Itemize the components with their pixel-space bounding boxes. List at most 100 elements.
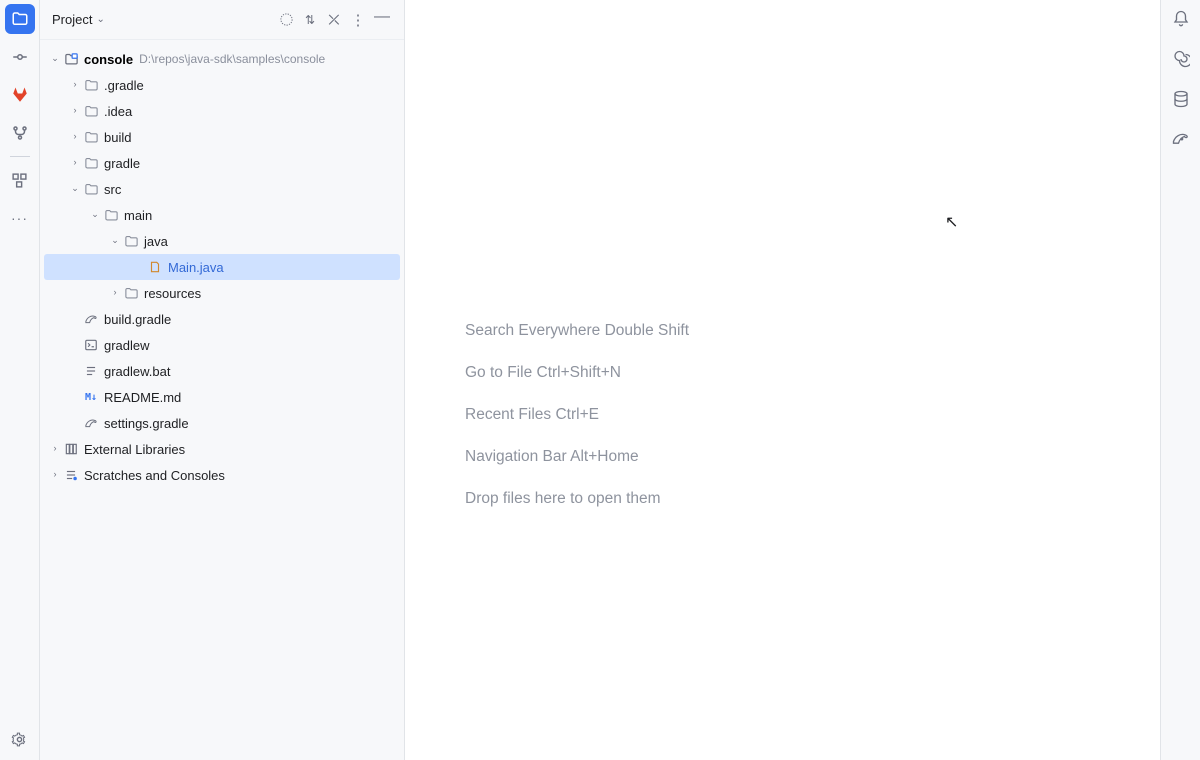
markdown-file-icon: M↓ <box>82 388 100 406</box>
tree-node[interactable]: gradlew.bat <box>40 358 404 384</box>
tree-arrow-icon[interactable] <box>88 209 102 220</box>
project-header: Project ⌄ ⇅ ⤫ ⋮ — <box>40 0 404 40</box>
tree-node[interactable]: gradlew <box>40 332 404 358</box>
spiral-icon <box>1172 50 1190 68</box>
structure-icon <box>11 172 28 189</box>
options-button[interactable]: ⋮ <box>346 8 370 32</box>
tip-shortcut: Alt+Home <box>570 448 639 465</box>
target-icon <box>279 12 294 27</box>
tool-ai-button[interactable] <box>1168 46 1194 72</box>
tool-commit-button[interactable] <box>5 42 35 72</box>
tool-project-button[interactable] <box>5 4 35 34</box>
folder-icon <box>82 76 100 94</box>
project-view-selector[interactable]: Project ⌄ <box>52 12 105 27</box>
editor-empty-state[interactable]: ↖ Search Everywhere Double ShiftGo to Fi… <box>405 0 1160 760</box>
tree-node-hint: D:\repos\java-sdk\samples\console <box>139 52 325 66</box>
tree-node[interactable]: console D:\repos\java-sdk\samples\console <box>40 46 404 72</box>
tree-node[interactable]: .idea <box>40 98 404 124</box>
tree-arrow-icon[interactable] <box>108 235 122 246</box>
tool-notifications-button[interactable] <box>1168 6 1194 32</box>
tree-arrow-icon[interactable] <box>48 53 62 64</box>
tip-label: Recent Files <box>465 406 551 423</box>
chevron-down-icon: ⌄ <box>96 14 104 25</box>
text-file-icon <box>82 362 100 380</box>
folder-icon <box>82 128 100 146</box>
tree-node[interactable]: External Libraries <box>40 436 404 462</box>
cursor-icon: ↖ <box>945 212 958 232</box>
tool-more-button[interactable]: ··· <box>5 203 35 233</box>
tip-shortcut: Ctrl+E <box>555 406 599 423</box>
tree-arrow-icon[interactable] <box>108 287 122 297</box>
right-toolwindow-strip <box>1160 0 1200 760</box>
minimize-icon: — <box>374 8 390 26</box>
editor-tip[interactable]: Navigation Bar Alt+Home <box>465 436 689 478</box>
tree-node-label: README.md <box>104 390 181 405</box>
tool-structure-button[interactable] <box>5 165 35 195</box>
collapse-all-button[interactable]: ⤫ <box>322 8 346 32</box>
select-opened-file-button[interactable] <box>274 8 298 32</box>
folder-icon <box>11 10 29 28</box>
tree-node[interactable]: src <box>40 176 404 202</box>
project-tree[interactable]: console D:\repos\java-sdk\samples\console… <box>40 40 404 494</box>
tool-gradle-button[interactable] <box>1168 126 1194 152</box>
tree-node-label: console <box>84 52 133 67</box>
tree-node-label: java <box>144 234 168 249</box>
tree-node[interactable]: gradle <box>40 150 404 176</box>
tree-arrow-icon[interactable] <box>48 443 62 453</box>
tree-arrow-icon[interactable] <box>48 469 62 479</box>
tip-shortcut: Ctrl+Shift+N <box>537 364 621 381</box>
commit-icon <box>11 48 29 66</box>
tree-arrow-icon[interactable] <box>68 183 82 194</box>
tool-database-button[interactable] <box>1168 86 1194 112</box>
tree-node-label: build.gradle <box>104 312 171 327</box>
gear-icon <box>11 731 28 748</box>
tree-node[interactable]: main <box>40 202 404 228</box>
project-tool-window: Project ⌄ ⇅ ⤫ ⋮ — console D:\repos\java-s… <box>40 0 405 760</box>
tree-node-label: .gradle <box>104 78 144 93</box>
collapse-icon: ⤫ <box>329 12 339 28</box>
branch-icon <box>11 124 29 142</box>
tree-node[interactable]: M↓ README.md <box>40 384 404 410</box>
tree-node-label: build <box>104 130 131 145</box>
java-file-icon <box>146 258 164 276</box>
tree-node[interactable]: build <box>40 124 404 150</box>
tree-node[interactable]: resources <box>40 280 404 306</box>
tree-node-label: gradlew.bat <box>104 364 171 379</box>
tree-node[interactable]: build.gradle <box>40 306 404 332</box>
tree-arrow-icon[interactable] <box>68 157 82 167</box>
tree-node[interactable]: .gradle <box>40 72 404 98</box>
editor-tip[interactable]: Search Everywhere Double Shift <box>465 310 689 352</box>
tree-node-label: main <box>124 208 152 223</box>
gradle-file-icon <box>82 414 100 432</box>
tree-node-selected[interactable]: Main.java <box>44 254 400 280</box>
separator <box>10 156 30 157</box>
kebab-icon: ⋮ <box>351 11 366 29</box>
editor-tip[interactable]: Go to File Ctrl+Shift+N <box>465 352 689 394</box>
hide-panel-button[interactable]: — <box>370 8 394 32</box>
tip-label: Search Everywhere <box>465 322 600 339</box>
gradle-icon <box>1171 129 1191 149</box>
tip-label: Navigation Bar <box>465 448 567 465</box>
folder-icon <box>122 232 140 250</box>
tree-node[interactable]: settings.gradle <box>40 410 404 436</box>
tree-node-label: Scratches and Consoles <box>84 468 225 483</box>
editor-tip[interactable]: Recent Files Ctrl+E <box>465 394 689 436</box>
tree-node-label: External Libraries <box>84 442 185 457</box>
tree-node[interactable]: Scratches and Consoles <box>40 462 404 488</box>
tool-vcs-button[interactable] <box>5 118 35 148</box>
tip-label: Drop files here to open them <box>465 490 661 507</box>
tree-arrow-icon[interactable] <box>68 131 82 141</box>
tree-node-label: gradlew <box>104 338 150 353</box>
bell-icon <box>1172 10 1190 28</box>
tip-label: Go to File <box>465 364 532 381</box>
gradle-file-icon <box>82 310 100 328</box>
tree-arrow-icon[interactable] <box>68 105 82 115</box>
tree-node-label: .idea <box>104 104 132 119</box>
tool-gitlab-button[interactable] <box>5 80 35 110</box>
tool-settings-button[interactable] <box>5 724 35 754</box>
editor-tip[interactable]: Drop files here to open them <box>465 478 689 520</box>
tree-node-label: gradle <box>104 156 140 171</box>
tree-arrow-icon[interactable] <box>68 79 82 89</box>
tree-node[interactable]: java <box>40 228 404 254</box>
expand-collapse-button[interactable]: ⇅ <box>298 8 322 32</box>
